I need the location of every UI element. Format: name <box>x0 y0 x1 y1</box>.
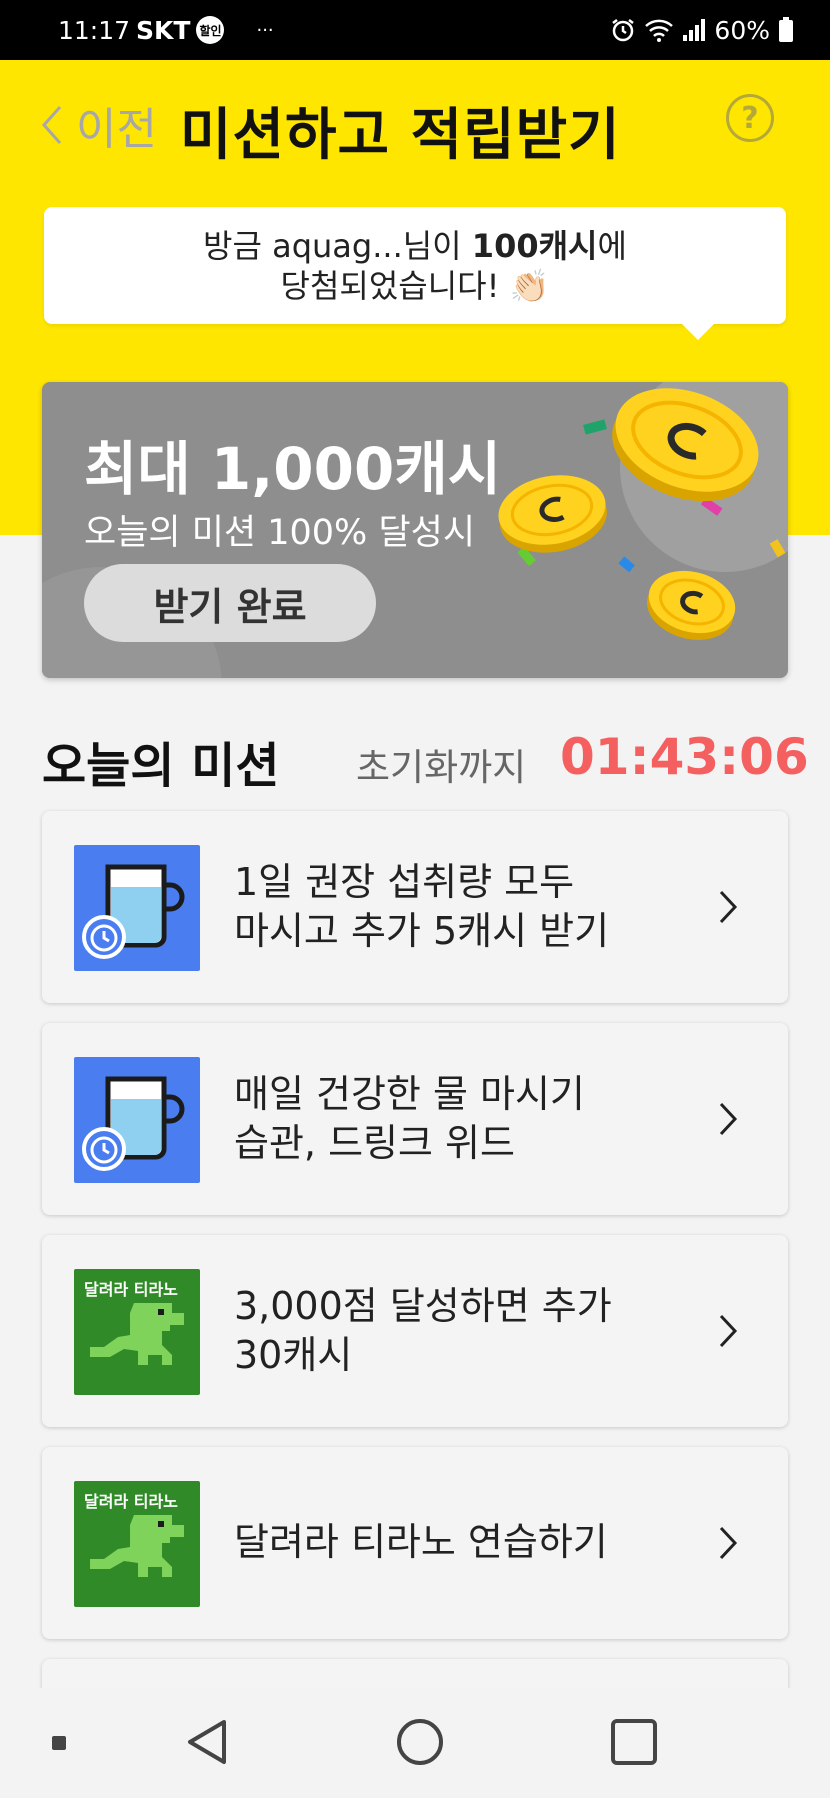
battery-icon <box>779 17 793 42</box>
top-app-bar: 이전 미션하고 적립받기 <box>0 60 830 190</box>
water-cup-icon <box>74 845 200 971</box>
alarm-icon <box>612 19 635 42</box>
nav-back-icon[interactable] <box>186 1718 228 1766</box>
mission-title-line-2: 습관, 드링크 위드 <box>234 1121 515 1165</box>
back-button[interactable]: 이전 <box>40 95 157 155</box>
notice-line-1: 방금 aquag...님이 100캐시에 <box>203 226 627 266</box>
mission-item[interactable]: 달려라 티라노 달려라 티라노 연습하기 <box>42 1447 788 1639</box>
missions-section-title: 오늘의 미션 <box>42 738 280 794</box>
thumb-game-title: 달려라 티라노 <box>84 1492 178 1511</box>
mission-item[interactable]: 달려라 티라노 3,000점 달성하면 추가 30캐시 <box>42 1235 788 1427</box>
mission-title-line-2: 30캐시 <box>234 1333 353 1377</box>
reward-banner: 최대 1,000캐시 오늘의 미션 100% 달성시 받기 완료 <box>42 382 788 678</box>
notice-prefix: 방금 aquag...님이 <box>203 226 472 265</box>
nav-home-icon[interactable] <box>396 1718 444 1766</box>
banner-title: 최대 1,000캐시 <box>84 435 502 503</box>
status-bar: 11:17 SKT 할인 ··· 60% <box>0 0 830 60</box>
carrier-badge: 할인 <box>196 16 225 44</box>
tyranno-game-icon: 달려라 티라노 <box>74 1481 200 1607</box>
mission-title-line-1: 1일 권장 섭취량 모두 <box>234 859 575 904</box>
back-label: 이전 <box>76 104 157 155</box>
mission-title-line-1: 달려라 티라노 연습하기 <box>234 1520 608 1565</box>
chevron-right-icon <box>719 890 738 924</box>
thumb-game-title: 달려라 티라노 <box>84 1280 178 1299</box>
nav-recents-icon[interactable] <box>610 1718 658 1766</box>
signal-icon <box>683 19 706 41</box>
system-nav-bar <box>0 1688 830 1798</box>
chevron-left-icon <box>41 106 62 144</box>
notice-line-2: 당첨되었습니다! 👏🏻 <box>280 266 550 305</box>
mission-title-line-1: 3,000점 달성하면 추가 <box>234 1283 612 1328</box>
mission-title-line-2: 마시고 추가 5캐시 받기 <box>234 909 610 953</box>
mission-title-line-1: 매일 건강한 물 마시기 <box>234 1071 585 1116</box>
notice-suffix: 에 <box>597 226 627 265</box>
nav-menu-dot[interactable] <box>52 1736 66 1750</box>
winner-notice: 방금 aquag...님이 100캐시에 당첨되었습니다! 👏🏻 <box>44 207 786 340</box>
chevron-right-icon <box>719 1102 738 1136</box>
battery-percent: 60% <box>714 15 770 45</box>
water-cup-icon <box>74 1057 200 1183</box>
chevron-right-icon <box>719 1314 738 1348</box>
more-notifications-icon: ··· <box>256 19 274 41</box>
wifi-icon <box>645 19 674 42</box>
coins-illustration <box>498 388 786 640</box>
notice-highlight: 100캐시 <box>471 226 598 265</box>
question-icon: ? <box>741 100 759 136</box>
page-title: 미션하고 적립받기 <box>180 103 621 168</box>
status-time: 11:17 <box>58 15 131 45</box>
chevron-right-icon <box>719 1526 738 1560</box>
banner-subtitle: 오늘의 미션 100% 달성시 <box>84 513 476 553</box>
reset-timer: 01:43:06 <box>560 728 809 786</box>
tyranno-game-icon: 달려라 티라노 <box>74 1269 200 1395</box>
mission-item[interactable]: 매일 건강한 물 마시기 습관, 드링크 위드 <box>42 1023 788 1215</box>
mission-item[interactable]: 1일 권장 섭취량 모두 마시고 추가 5캐시 받기 <box>42 811 788 1003</box>
reset-label: 초기화까지 <box>356 746 527 789</box>
status-carrier: SKT <box>136 15 191 45</box>
help-button[interactable]: ? <box>726 94 774 142</box>
claim-complete-button[interactable]: 받기 완료 <box>84 564 376 642</box>
